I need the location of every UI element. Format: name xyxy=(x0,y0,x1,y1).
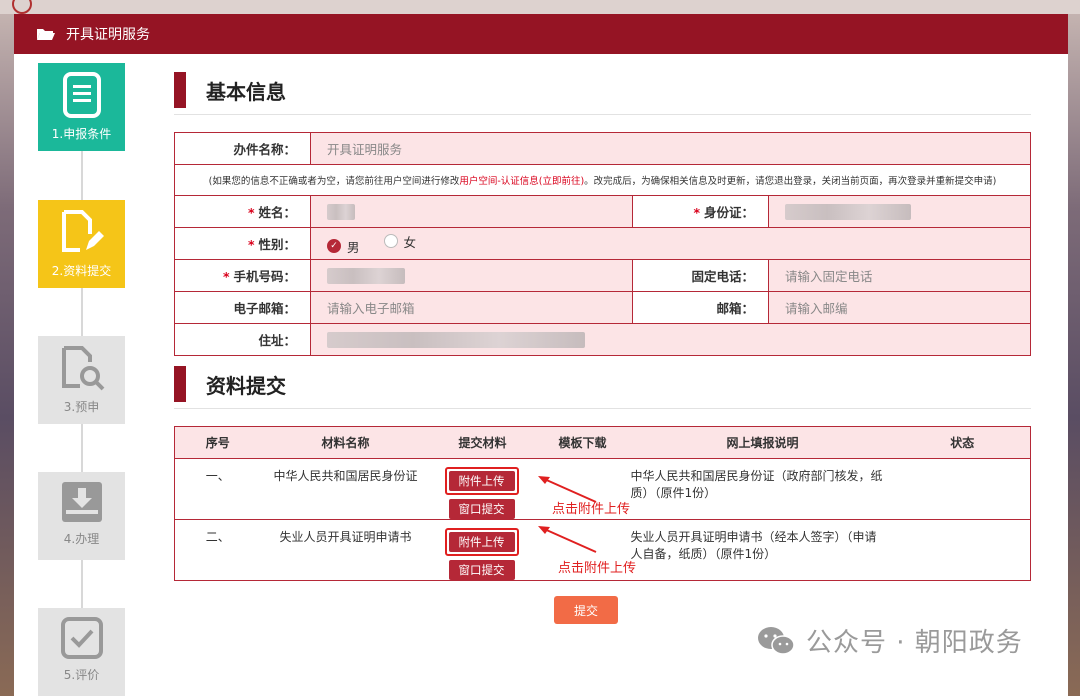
row-status xyxy=(894,458,1031,520)
address-value xyxy=(310,323,1031,356)
step-label: 3.预申 xyxy=(63,400,100,414)
info-notice: (如果您的信息不正确或者为空，请您前往用户空间进行修改用户空间-认证信息(立即前… xyxy=(174,164,1031,196)
service-name-label: 办件名称： xyxy=(174,132,311,165)
heading-bar xyxy=(174,366,186,402)
blurred-name xyxy=(327,203,355,220)
col-status: 状态 xyxy=(894,426,1031,459)
radio-unchecked-icon xyxy=(383,234,398,248)
watermark: 公众号 · 朝阳政务 xyxy=(756,622,1023,659)
row-material-name: 失业人员开具证明申请书 xyxy=(260,519,431,581)
col-name: 材料名称 xyxy=(260,426,431,459)
divider xyxy=(174,408,1031,409)
zip-label: 邮箱： xyxy=(632,291,769,324)
step-submit-materials[interactable]: 2.资料提交 xyxy=(38,200,125,288)
phone-label: * 手机号码： xyxy=(174,259,311,292)
section-title: 基本信息 xyxy=(206,79,286,104)
heading-bar xyxy=(174,72,186,108)
window-submit-button[interactable]: 窗口提交 xyxy=(448,499,515,519)
blurred-phone xyxy=(327,267,405,284)
row-actions: 附件上传 窗口提交 xyxy=(430,519,535,581)
wechat-icon xyxy=(758,626,795,655)
download-box-icon xyxy=(61,482,102,522)
step-label: 5.评价 xyxy=(63,668,100,682)
submit-button[interactable]: 提交 xyxy=(554,596,618,624)
step-label: 1.申报条件 xyxy=(51,127,112,141)
gender-female-radio[interactable]: 女 xyxy=(383,232,416,251)
required-mark: * xyxy=(222,269,230,284)
name-label: * 姓名： xyxy=(174,195,311,228)
required-mark: * xyxy=(693,205,700,220)
upload-highlight: 附件上传 xyxy=(444,528,519,556)
required-mark: * xyxy=(247,237,255,252)
tel-label: 固定电话： xyxy=(632,259,769,292)
row-status xyxy=(894,519,1031,581)
step-label: 2.资料提交 xyxy=(51,264,112,278)
gender-male-radio[interactable]: ✓ 男 xyxy=(327,237,360,256)
service-name-value: 开具证明服务 xyxy=(310,132,1031,165)
upload-hint: 点击附件上传 xyxy=(552,502,631,517)
row-no: 二、 xyxy=(174,519,261,581)
folder-open-icon xyxy=(36,27,56,41)
col-no: 序号 xyxy=(174,426,261,459)
phone-value xyxy=(310,259,633,292)
col-template: 模板下载 xyxy=(534,426,631,459)
upload-attachment-button[interactable]: 附件上传 xyxy=(448,532,515,552)
row-description: 失业人员开具证明申请书（经本人签字）（申请人自备，纸质）（原件1份） xyxy=(630,519,895,581)
search-document-icon xyxy=(61,346,104,391)
col-desc: 网上填报说明 xyxy=(630,426,895,459)
row-material-name: 中华人民共和国居民身份证 xyxy=(260,458,431,520)
panel-title: 开具证明服务 xyxy=(66,27,150,43)
section-title: 资料提交 xyxy=(206,373,286,398)
gender-options: ✓ 男 女 xyxy=(310,227,1031,260)
email-input[interactable]: 请输入电子邮箱 xyxy=(310,291,633,324)
address-label: 住址： xyxy=(174,323,311,356)
step-evaluate[interactable]: 5.评价 xyxy=(38,608,125,696)
profile-link[interactable]: 用户空间-认证信息(立即前往) xyxy=(459,176,584,187)
required-mark: * xyxy=(247,205,255,220)
blurred-id xyxy=(785,203,911,220)
step-pre-apply[interactable]: 3.预申 xyxy=(38,336,125,424)
col-submit: 提交材料 xyxy=(430,426,535,459)
upload-attachment-button[interactable]: 附件上传 xyxy=(448,471,515,491)
tel-input[interactable]: 请输入固定电话 xyxy=(768,259,1031,292)
row-description: 中华人民共和国居民身份证（政府部门核发，纸质）（原件1份） xyxy=(630,458,895,520)
gender-label: * 性别： xyxy=(174,227,311,260)
id-card-label: * 身份证： xyxy=(632,195,769,228)
watermark-text: 公众号 · 朝阳政务 xyxy=(806,628,1023,658)
materials-heading: 资料提交 xyxy=(174,366,286,402)
step-conditions[interactable]: 1.申报条件 xyxy=(38,63,125,151)
arrow-annotation-icon xyxy=(538,526,597,553)
browser-topline xyxy=(0,0,1080,14)
basic-info-table: 办件名称： 开具证明服务 (如果您的信息不正确或者为空，请您前往用户空间进行修改… xyxy=(174,132,1031,356)
upload-highlight: 附件上传 xyxy=(444,467,519,495)
row-actions: 附件上传 窗口提交 xyxy=(430,458,535,520)
edit-document-icon xyxy=(61,210,104,252)
blurred-address xyxy=(327,331,585,348)
email-label: 电子邮箱： xyxy=(174,291,311,324)
zip-input[interactable]: 请输入邮编 xyxy=(768,291,1031,324)
row-no: 一、 xyxy=(174,458,261,520)
radio-checked-icon: ✓ xyxy=(327,239,341,253)
step-process[interactable]: 4.办理 xyxy=(38,472,125,560)
upload-hint: 点击附件上传 xyxy=(558,561,637,576)
name-value xyxy=(310,195,633,228)
service-panel: 开具证明服务 1.申报条件 2.资料提交 3.预申 4.办理 5.评价 基本信息… xyxy=(14,14,1068,696)
id-card-value xyxy=(768,195,1031,228)
step-label: 4.办理 xyxy=(63,532,100,546)
checkbox-icon xyxy=(60,617,103,659)
panel-header: 开具证明服务 xyxy=(14,14,1068,54)
divider xyxy=(174,114,1031,115)
document-icon xyxy=(62,72,101,118)
basic-info-heading: 基本信息 xyxy=(174,72,286,108)
window-submit-button[interactable]: 窗口提交 xyxy=(448,560,515,580)
